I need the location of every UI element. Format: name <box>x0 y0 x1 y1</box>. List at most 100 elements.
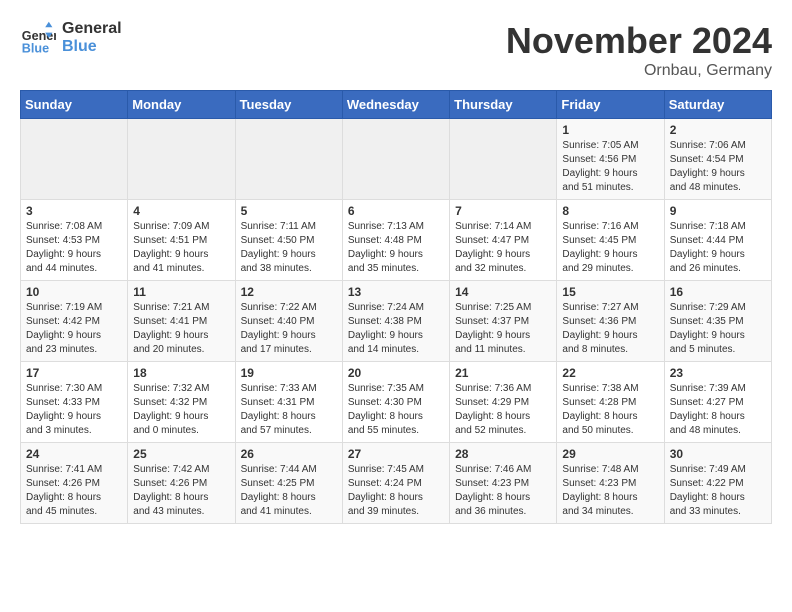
calendar-cell: 10 Sunrise: 7:19 AM Sunset: 4:42 PM Dayli… <box>21 281 128 362</box>
day-number: 21 <box>455 366 551 380</box>
day-number: 5 <box>241 204 337 218</box>
calendar-cell: 25 Sunrise: 7:42 AM Sunset: 4:26 PM Dayli… <box>128 443 235 524</box>
calendar-cell: 18Sunrise: 7:32 AM Sunset: 4:32 PM Dayli… <box>128 362 235 443</box>
day-info: Sunrise: 7:46 AM Sunset: 4:23 PM Dayligh… <box>455 463 551 519</box>
calendar-cell: 11Sunrise: 7:21 AM Sunset: 4:41 PM Dayli… <box>128 281 235 362</box>
day-info: Sunrise: 7:14 AM Sunset: 4:47 PM Dayligh… <box>455 220 551 276</box>
day-number: 12 <box>241 285 337 299</box>
day-number: 16 <box>670 285 766 299</box>
day-info: Sunrise: 7:22 AM Sunset: 4:40 PM Dayligh… <box>241 301 337 357</box>
calendar-cell: 8Sunrise: 7:16 AM Sunset: 4:45 PM Daylig… <box>557 200 664 281</box>
calendar-cell <box>450 119 557 200</box>
day-info: Sunrise: 7:42 AM Sunset: 4:26 PM Dayligh… <box>133 463 229 519</box>
day-info: Sunrise: 7:09 AM Sunset: 4:51 PM Dayligh… <box>133 220 229 276</box>
day-info: Sunrise: 7:27 AM Sunset: 4:36 PM Dayligh… <box>562 301 658 357</box>
day-number: 17 <box>26 366 122 380</box>
calendar-cell <box>342 119 449 200</box>
day-number: 18 <box>133 366 229 380</box>
day-info: Sunrise: 7:13 AM Sunset: 4:48 PM Dayligh… <box>348 220 444 276</box>
calendar-cell <box>21 119 128 200</box>
calendar-cell <box>235 119 342 200</box>
day-info: Sunrise: 7:41 AM Sunset: 4:26 PM Dayligh… <box>26 463 122 519</box>
calendar-cell: 24 Sunrise: 7:41 AM Sunset: 4:26 PM Dayli… <box>21 443 128 524</box>
calendar-cell: 26 Sunrise: 7:44 AM Sunset: 4:25 PM Dayli… <box>235 443 342 524</box>
calendar-week-1: 1Sunrise: 7:05 AM Sunset: 4:56 PM Daylig… <box>21 119 772 200</box>
calendar-cell: 28 Sunrise: 7:46 AM Sunset: 4:23 PM Dayli… <box>450 443 557 524</box>
weekday-header-monday: Monday <box>128 91 235 119</box>
logo-text-general: General <box>62 20 122 38</box>
day-info: Sunrise: 7:30 AM Sunset: 4:33 PM Dayligh… <box>26 382 122 438</box>
logo-icon: General Blue <box>20 20 56 56</box>
weekday-header-wednesday: Wednesday <box>342 91 449 119</box>
calendar-table: SundayMondayTuesdayWednesdayThursdayFrid… <box>20 90 772 524</box>
day-number: 24 <box>26 447 122 461</box>
day-number: 14 <box>455 285 551 299</box>
day-info: Sunrise: 7:45 AM Sunset: 4:24 PM Dayligh… <box>348 463 444 519</box>
calendar-cell: 19 Sunrise: 7:33 AM Sunset: 4:31 PM Dayli… <box>235 362 342 443</box>
calendar-cell: 30 Sunrise: 7:49 AM Sunset: 4:22 PM Dayli… <box>664 443 771 524</box>
calendar-week-3: 10 Sunrise: 7:19 AM Sunset: 4:42 PM Dayli… <box>21 281 772 362</box>
day-number: 22 <box>562 366 658 380</box>
day-info: Sunrise: 7:18 AM Sunset: 4:44 PM Dayligh… <box>670 220 766 276</box>
day-number: 7 <box>455 204 551 218</box>
day-number: 2 <box>670 123 766 137</box>
title-block: November 2024 Ornbau, Germany <box>506 20 772 80</box>
calendar-cell: 23Sunrise: 7:39 AM Sunset: 4:27 PM Dayli… <box>664 362 771 443</box>
day-info: Sunrise: 7:24 AM Sunset: 4:38 PM Dayligh… <box>348 301 444 357</box>
day-number: 13 <box>348 285 444 299</box>
calendar-cell <box>128 119 235 200</box>
day-info: Sunrise: 7:25 AM Sunset: 4:37 PM Dayligh… <box>455 301 551 357</box>
calendar-cell: 15Sunrise: 7:27 AM Sunset: 4:36 PM Dayli… <box>557 281 664 362</box>
day-info: Sunrise: 7:38 AM Sunset: 4:28 PM Dayligh… <box>562 382 658 438</box>
logo: General Blue General Blue <box>20 20 122 56</box>
calendar-cell: 7 Sunrise: 7:14 AM Sunset: 4:47 PM Daylig… <box>450 200 557 281</box>
day-number: 30 <box>670 447 766 461</box>
location-title: Ornbau, Germany <box>506 62 772 80</box>
calendar-cell: 12 Sunrise: 7:22 AM Sunset: 4:40 PM Dayli… <box>235 281 342 362</box>
day-info: Sunrise: 7:19 AM Sunset: 4:42 PM Dayligh… <box>26 301 122 357</box>
day-info: Sunrise: 7:33 AM Sunset: 4:31 PM Dayligh… <box>241 382 337 438</box>
day-number: 29 <box>562 447 658 461</box>
day-info: Sunrise: 7:08 AM Sunset: 4:53 PM Dayligh… <box>26 220 122 276</box>
day-number: 10 <box>26 285 122 299</box>
calendar-cell: 16 Sunrise: 7:29 AM Sunset: 4:35 PM Dayli… <box>664 281 771 362</box>
day-number: 26 <box>241 447 337 461</box>
calendar-cell: 20 Sunrise: 7:35 AM Sunset: 4:30 PM Dayli… <box>342 362 449 443</box>
calendar-cell: 3 Sunrise: 7:08 AM Sunset: 4:53 PM Daylig… <box>21 200 128 281</box>
weekday-header-tuesday: Tuesday <box>235 91 342 119</box>
calendar-cell: 5 Sunrise: 7:11 AM Sunset: 4:50 PM Daylig… <box>235 200 342 281</box>
day-info: Sunrise: 7:11 AM Sunset: 4:50 PM Dayligh… <box>241 220 337 276</box>
day-info: Sunrise: 7:16 AM Sunset: 4:45 PM Dayligh… <box>562 220 658 276</box>
calendar-cell: 4Sunrise: 7:09 AM Sunset: 4:51 PM Daylig… <box>128 200 235 281</box>
day-number: 27 <box>348 447 444 461</box>
day-number: 6 <box>348 204 444 218</box>
day-info: Sunrise: 7:44 AM Sunset: 4:25 PM Dayligh… <box>241 463 337 519</box>
day-number: 3 <box>26 204 122 218</box>
calendar-week-4: 17 Sunrise: 7:30 AM Sunset: 4:33 PM Dayli… <box>21 362 772 443</box>
weekday-header-saturday: Saturday <box>664 91 771 119</box>
weekday-header-sunday: Sunday <box>21 91 128 119</box>
day-info: Sunrise: 7:49 AM Sunset: 4:22 PM Dayligh… <box>670 463 766 519</box>
calendar-cell: 6 Sunrise: 7:13 AM Sunset: 4:48 PM Daylig… <box>342 200 449 281</box>
day-info: Sunrise: 7:35 AM Sunset: 4:30 PM Dayligh… <box>348 382 444 438</box>
day-number: 28 <box>455 447 551 461</box>
logo-text-blue: Blue <box>62 38 122 56</box>
day-info: Sunrise: 7:48 AM Sunset: 4:23 PM Dayligh… <box>562 463 658 519</box>
calendar-cell: 21 Sunrise: 7:36 AM Sunset: 4:29 PM Dayli… <box>450 362 557 443</box>
page-header: General Blue General Blue November 2024 … <box>20 20 772 80</box>
day-info: Sunrise: 7:36 AM Sunset: 4:29 PM Dayligh… <box>455 382 551 438</box>
day-number: 25 <box>133 447 229 461</box>
weekday-header-row: SundayMondayTuesdayWednesdayThursdayFrid… <box>21 91 772 119</box>
calendar-cell: 9 Sunrise: 7:18 AM Sunset: 4:44 PM Daylig… <box>664 200 771 281</box>
day-number: 19 <box>241 366 337 380</box>
day-info: Sunrise: 7:29 AM Sunset: 4:35 PM Dayligh… <box>670 301 766 357</box>
day-number: 20 <box>348 366 444 380</box>
calendar-cell: 2 Sunrise: 7:06 AM Sunset: 4:54 PM Daylig… <box>664 119 771 200</box>
day-number: 9 <box>670 204 766 218</box>
day-info: Sunrise: 7:06 AM Sunset: 4:54 PM Dayligh… <box>670 139 766 195</box>
day-number: 11 <box>133 285 229 299</box>
calendar-cell: 13 Sunrise: 7:24 AM Sunset: 4:38 PM Dayli… <box>342 281 449 362</box>
day-number: 1 <box>562 123 658 137</box>
svg-text:Blue: Blue <box>22 41 49 55</box>
month-title: November 2024 <box>506 20 772 62</box>
